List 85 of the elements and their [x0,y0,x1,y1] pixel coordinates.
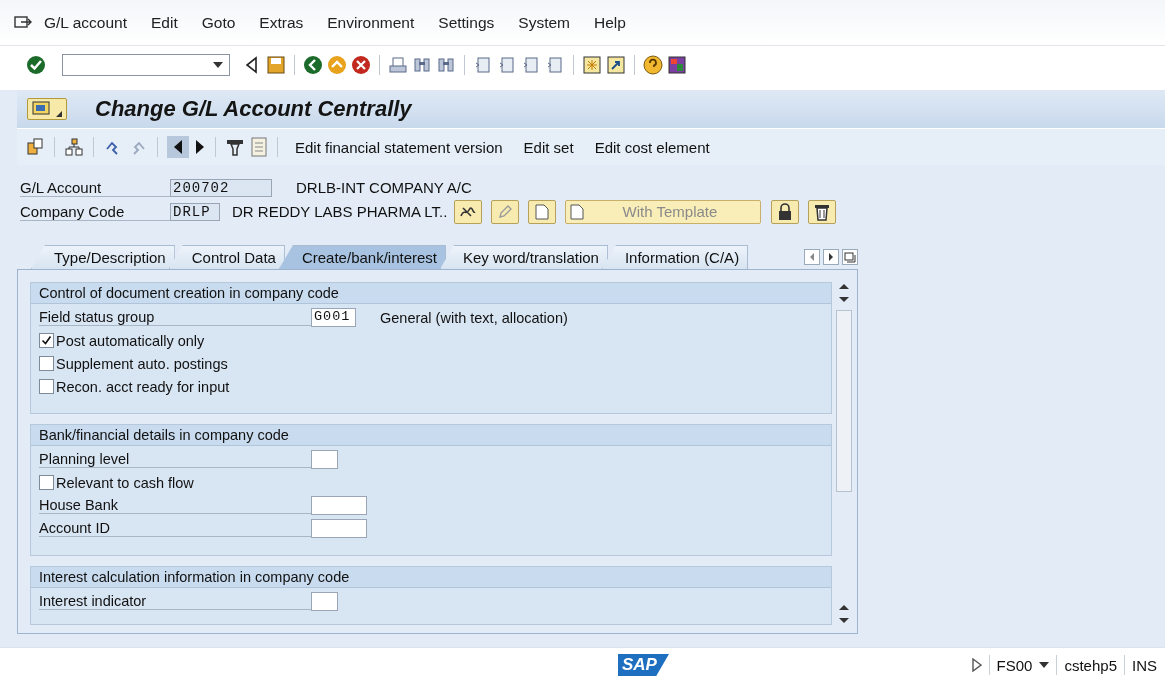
scroll-right-icon[interactable] [823,248,839,265]
toolbar-button[interactable]: Edit cost element [586,138,718,156]
checkbox[interactable] [39,356,54,371]
previous-icon [173,140,183,154]
menu-item[interactable]: Settings [438,13,495,32]
company-description: DR REDDY LABS PHARMA LT.. [232,203,449,220]
account-description: DRLB-INT COMPANY A/C [296,179,472,196]
document-icon [570,203,584,220]
menu-item[interactable]: System [518,13,570,32]
transaction-code: FS00 [996,656,1033,674]
filter-icon[interactable] [225,137,245,157]
toolbar-button[interactable]: Edit financial statement version [287,138,511,156]
menu-item[interactable]: Help [594,13,626,32]
group-title: Bank/financial details in company code [31,425,831,446]
group-title: Control of document creation in company code [31,283,831,304]
input-field[interactable]: DRLP [170,202,220,221]
insert-mode: INS [1132,656,1157,674]
scroll-thumb[interactable] [836,310,852,492]
field-description: General (with text, allocation) [380,309,568,326]
input-field[interactable] [311,496,367,515]
input-field[interactable]: G001 [311,308,356,327]
dropdown-icon[interactable] [213,62,223,68]
tab[interactable]: Information (C/A) [601,245,749,269]
scroll-down-icon[interactable] [838,296,850,304]
lock-icon [777,202,793,221]
hierarchy-icon[interactable] [64,137,84,157]
tab[interactable]: Control Data [168,245,285,269]
document-icon[interactable] [25,137,45,157]
scroll-up-icon[interactable] [838,282,850,290]
print-icon[interactable] [388,55,408,75]
new-document-button[interactable] [528,199,556,224]
lock-button[interactable] [771,199,799,224]
trash-icon [814,202,830,221]
menu-icon[interactable] [14,15,32,30]
corner-arrow-icon [56,111,62,117]
document-icon [535,203,549,220]
system-name: cstehp5 [1064,656,1117,674]
menu-item[interactable]: Goto [201,13,236,32]
delete-button[interactable] [808,199,836,224]
pencil-icon [497,203,513,220]
command-field[interactable] [62,54,230,76]
menu-item[interactable]: Edit [151,13,178,32]
previous-button[interactable] [167,136,189,158]
shortcut-icon[interactable] [606,55,626,75]
group-title: Interest calculation information in company code [31,567,831,588]
field-label: Field status group [39,309,311,326]
help-icon[interactable] [643,55,663,75]
layout-icon[interactable] [667,55,687,75]
screen-title: Change G/L Account Centrally [95,96,412,122]
expand-icon[interactable] [971,658,982,672]
menu-item[interactable]: Extras [259,13,304,32]
field-label: Interest indicator [39,593,311,610]
scroll-up-icon[interactable] [838,603,850,611]
save-icon[interactable] [266,55,286,75]
field-label: Planning level [39,451,311,468]
tab[interactable]: Type/Description [31,245,175,269]
menu-item[interactable]: Environment [327,13,415,32]
checkbox-label: Recon. acct ready for input [56,378,230,395]
checkbox[interactable] [39,333,54,348]
tab[interactable]: Key word/translation [440,245,608,269]
field-label: House Bank [39,497,311,514]
checkbox-label: Supplement auto. postings [56,355,228,372]
tab[interactable]: Create/bank/interest [278,245,446,269]
checkbox[interactable] [39,475,54,490]
toolbar-button[interactable]: Edit set [515,138,582,156]
checkbox-label: Post automatically only [56,332,205,349]
enter-icon[interactable] [26,55,46,75]
menu-button[interactable] [27,98,67,120]
checkbox-label: Relevant to cash flow [56,474,194,491]
input-field[interactable] [311,450,338,469]
menu-item[interactable]: G/L account [44,13,127,32]
input-field[interactable]: 200702 [170,178,272,197]
input-field[interactable] [311,519,367,538]
checkbox[interactable] [39,379,54,394]
cancel-icon[interactable] [351,55,371,75]
sap-logo: SAP [618,654,669,676]
input-field[interactable] [311,592,338,611]
dropdown-icon[interactable] [1039,662,1050,668]
next-icon[interactable] [194,140,206,154]
find-icon[interactable] [412,55,432,75]
display-change-button[interactable] [454,199,482,224]
back-icon[interactable] [303,55,323,75]
field-label: Account ID [39,520,311,537]
scroll-down-icon[interactable] [838,617,850,625]
find-next-icon[interactable] [436,55,456,75]
